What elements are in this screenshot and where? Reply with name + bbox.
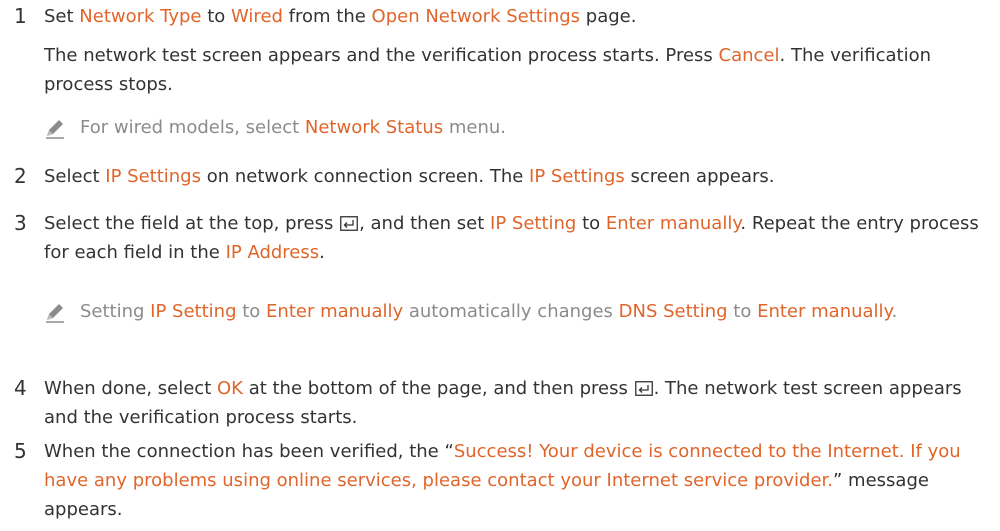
text: menu.: [443, 117, 506, 138]
text: screen appears.: [624, 166, 775, 187]
text: Setting: [80, 301, 151, 322]
text: on network connection screen. The: [200, 166, 530, 187]
step-number: 3: [14, 211, 27, 235]
note-text: Setting IP Setting to Enter manually aut…: [80, 297, 980, 326]
step-text: When the connection has been verified, t…: [44, 437, 994, 524]
text: at the bottom of the page, and then pres…: [242, 378, 634, 399]
term-network-status: Network Status: [304, 117, 444, 138]
step-number: 1: [14, 4, 27, 28]
step-number: 5: [14, 439, 27, 463]
term-wired: Wired: [231, 6, 283, 27]
note-text: For wired models, select Network Status …: [80, 113, 980, 142]
term-dns-setting: DNS Setting: [618, 301, 728, 322]
text: page.: [580, 6, 637, 27]
text: to: [727, 301, 758, 322]
step-text: Select IP Settings on network connection…: [44, 162, 994, 191]
text: .: [891, 301, 898, 322]
text: automatically changes: [403, 301, 619, 322]
text: The network test screen appears and the …: [44, 45, 719, 66]
text: .: [319, 242, 325, 263]
text: When done, select: [44, 378, 217, 399]
step-text: The network test screen appears and the …: [44, 41, 994, 99]
text: to: [201, 6, 232, 27]
enter-key-icon: [340, 216, 358, 231]
text: from the: [282, 6, 372, 27]
text: When the connection has been verified, t…: [44, 441, 454, 462]
text: to: [576, 213, 606, 234]
term-ip-settings: IP Settings: [105, 166, 201, 187]
step-number: 2: [14, 164, 27, 188]
step-text: Select the field at the top, press , and…: [44, 209, 994, 267]
text: Select the field at the top, press: [44, 213, 340, 234]
step-text: When done, select OK at the bottom of th…: [44, 374, 994, 432]
text: For wired models, select: [80, 117, 305, 138]
step-number: 4: [14, 376, 27, 400]
term-cancel: Cancel: [718, 45, 780, 66]
term-enter-manually: Enter manually: [266, 301, 404, 322]
term-enter-manually: Enter manually: [757, 301, 892, 322]
term-ip-address: IP Address: [225, 242, 320, 263]
text: Select: [44, 166, 106, 187]
pencil-icon: [46, 304, 64, 323]
text: to: [236, 301, 267, 322]
term-network-type: Network Type: [79, 6, 202, 27]
enter-key-icon: [634, 381, 653, 396]
term-ok: OK: [216, 378, 243, 399]
step-text: Set Network Type to Wired from the Open …: [44, 2, 994, 31]
term-ip-settings: IP Settings: [529, 166, 625, 187]
text: Set: [44, 6, 80, 27]
term-ip-setting: IP Setting: [150, 301, 237, 322]
term-ip-setting: IP Setting: [490, 213, 577, 234]
text: , and then set: [359, 213, 491, 234]
term-enter-manually: Enter manually: [605, 213, 741, 234]
term-open-network-settings: Open Network Settings: [371, 6, 581, 27]
pencil-icon: [46, 120, 64, 139]
